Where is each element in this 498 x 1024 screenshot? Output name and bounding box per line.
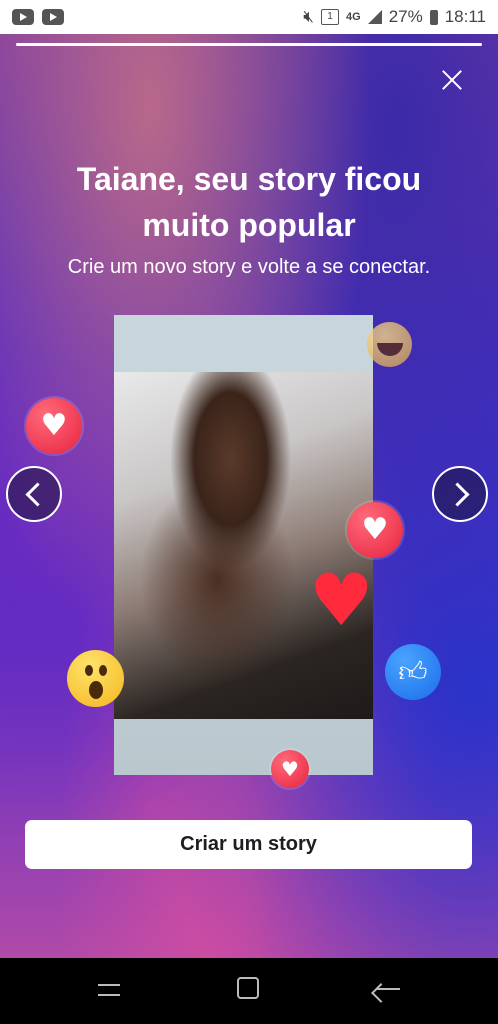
network-type: 4G (346, 11, 361, 23)
heart-icon: ♥ (26, 398, 82, 454)
story-subtitle: Crie um novo story e volte a se conectar… (67, 256, 431, 278)
sim-indicator: 1 (321, 9, 339, 25)
story-title: Taiane, seu story ficou muito popular (76, 161, 422, 243)
chevron-left-icon[interactable] (6, 466, 62, 522)
like-icon: 👍︎ (385, 644, 441, 700)
status-bar: 🔇︎ 1 4G 27% 18:11 (0, 0, 498, 34)
clock: 18:11 (444, 7, 486, 26)
status-notifications (12, 9, 64, 25)
youtube-icon (12, 9, 34, 25)
heart-icon: ♥ (271, 750, 309, 788)
system-nav-bar (0, 958, 498, 1024)
close-icon[interactable] (438, 66, 466, 94)
create-story-button[interactable]: Criar um story (25, 820, 472, 869)
story-photo (114, 372, 373, 719)
preview-top-band (114, 315, 373, 372)
haha-icon (367, 322, 412, 367)
story-preview (114, 315, 373, 775)
home-icon[interactable] (237, 977, 259, 999)
mute-icon: 🔇︎ (303, 7, 314, 26)
wow-icon (67, 650, 124, 707)
recent-apps-icon[interactable] (98, 978, 120, 1000)
chevron-right-icon[interactable] (432, 466, 488, 522)
heart-icon: ♥ (347, 502, 403, 558)
signal-icon (367, 10, 382, 24)
battery-percent: 27% (388, 7, 423, 26)
status-indicators: 🔇︎ 1 4G 27% 18:11 (303, 7, 486, 27)
back-icon[interactable] (376, 988, 400, 990)
story-viewer: Taiane, seu story ficou muito popular Cr… (0, 34, 498, 958)
story-progress-bar (16, 43, 482, 46)
heart-icon: ♥ (309, 558, 374, 642)
battery-icon (429, 9, 438, 25)
youtube-icon (42, 9, 64, 25)
